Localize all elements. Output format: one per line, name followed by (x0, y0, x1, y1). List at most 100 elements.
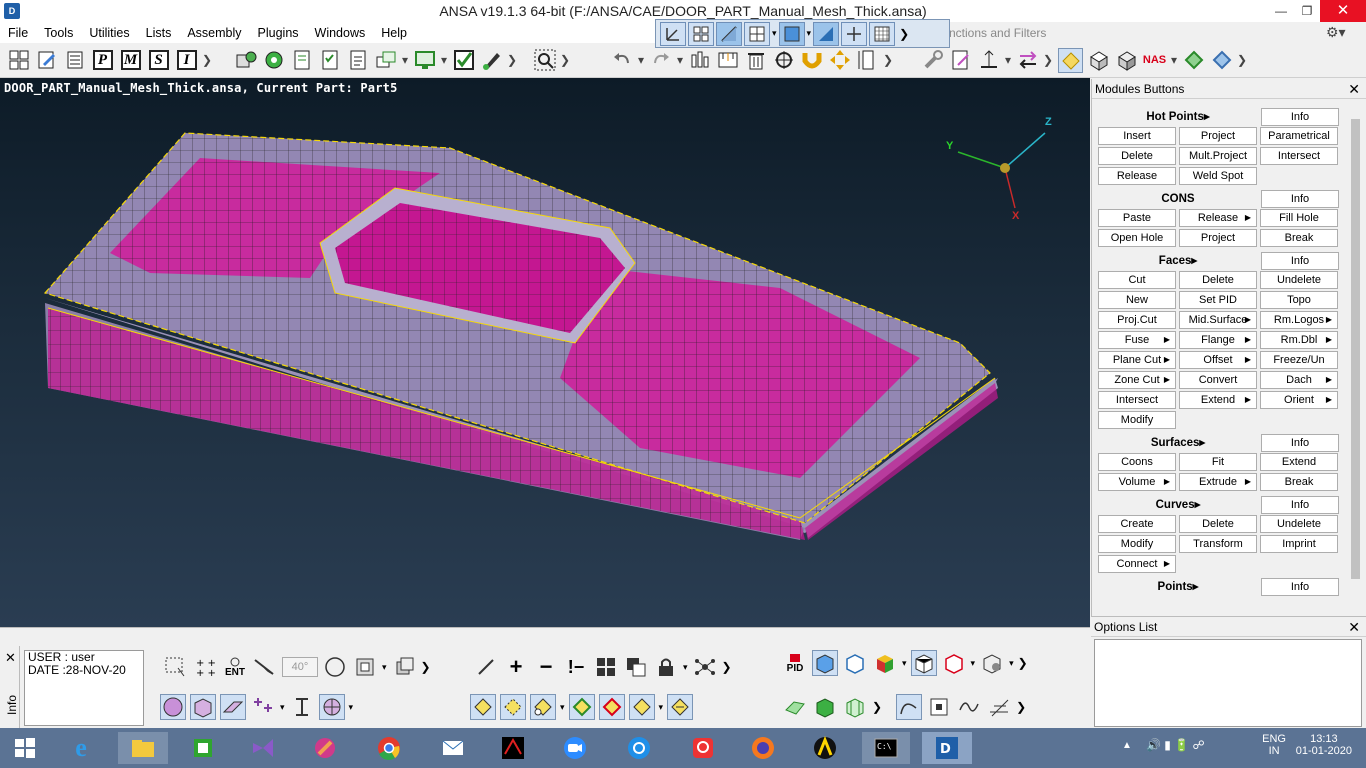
close-options-icon[interactable]: ✕ (1348, 617, 1360, 637)
include-i-button[interactable]: I (174, 48, 199, 73)
i-beam-icon[interactable] (289, 694, 315, 720)
pid-icon[interactable]: PID (782, 650, 808, 676)
zoom-icon[interactable] (556, 732, 594, 764)
dropdown-arrow-icon-6[interactable]: ▾ (1170, 53, 1178, 67)
group-title[interactable]: Hot Points▸ (1098, 107, 1258, 127)
dropdown-arrow-icon-7[interactable]: ▾ (772, 28, 777, 39)
delete-bin-icon[interactable] (743, 48, 768, 73)
chevron-right-icon-11[interactable]: ❯ (872, 700, 882, 714)
windows-start-icon[interactable] (6, 732, 44, 764)
chrome-icon[interactable] (370, 732, 408, 764)
module-button-set-pid[interactable]: Set PID (1179, 291, 1257, 309)
module-button-intersect[interactable]: Intersect (1098, 391, 1176, 409)
search-functions-input[interactable]: nctions and Filters (945, 24, 1325, 43)
solidworks-icon[interactable] (494, 732, 532, 764)
mail-app-icon[interactable] (434, 732, 472, 764)
module-button-convert[interactable]: Convert (1179, 371, 1257, 389)
shaded-view-icon[interactable] (778, 21, 805, 46)
module-button-release[interactable]: Release ▶ (1179, 209, 1257, 227)
mesh-grid-icon[interactable] (1114, 48, 1139, 73)
menu-windows[interactable]: Windows (307, 26, 374, 40)
line-icon[interactable] (473, 654, 499, 680)
module-button-delete[interactable]: Delete (1179, 515, 1257, 533)
gradient-view-icon[interactable] (813, 21, 840, 46)
module-button-mid-surface[interactable]: Mid.Surface ▶ (1179, 311, 1257, 329)
plus-icon[interactable]: + (503, 654, 529, 680)
section-icon[interactable] (318, 694, 345, 720)
pid-p-button[interactable]: P (90, 48, 115, 73)
module-button-flange[interactable]: Flange ▶ (1179, 331, 1257, 349)
command-prompt-icon[interactable]: C:\ (862, 732, 910, 764)
dropdown-arrow-icon-3[interactable]: ▾ (637, 53, 645, 67)
face-op-6-icon[interactable] (628, 694, 655, 720)
mesh-cube-icon[interactable] (1086, 48, 1111, 73)
module-button-break[interactable]: Break (1260, 473, 1338, 491)
module-button-topo[interactable]: Topo (1260, 291, 1338, 309)
module-button-modify[interactable]: Modify (1098, 411, 1176, 429)
visual-studio-icon[interactable] (244, 732, 282, 764)
axis-icon[interactable] (660, 21, 686, 46)
material-m-button[interactable]: M (118, 48, 143, 73)
module-button-release[interactable]: Release (1098, 167, 1176, 185)
lock-icon[interactable] (653, 654, 679, 680)
document-icon[interactable] (289, 48, 314, 73)
swap-arrows-icon[interactable] (1015, 48, 1040, 73)
face-op-5-icon[interactable] (598, 694, 625, 720)
bars-icon[interactable] (687, 48, 712, 73)
module-button-open-hole[interactable]: Open Hole (1098, 229, 1176, 247)
module-button-undelete[interactable]: Undelete (1260, 515, 1338, 533)
module-button-project[interactable]: Project (1179, 127, 1257, 145)
cube-gear-icon[interactable] (979, 650, 1005, 676)
scrollbar-thumb[interactable] (1351, 119, 1360, 579)
magnet-icon[interactable] (799, 48, 824, 73)
nastran-icon[interactable]: NAS (1142, 48, 1167, 73)
close-button[interactable]: ✕ (1320, 0, 1366, 22)
dropdown-arrow-icon-17[interactable]: ▾ (1009, 658, 1014, 669)
plane-icon[interactable] (986, 694, 1012, 720)
menu-plugins[interactable]: Plugins (250, 26, 307, 40)
face-op-1-icon[interactable] (470, 694, 496, 720)
view-grid-icon[interactable] (688, 21, 714, 46)
align-icon[interactable] (976, 48, 1001, 73)
menu-file[interactable]: File (0, 26, 36, 40)
module-button-plane-cut[interactable]: Plane Cut ▶ (1098, 351, 1176, 369)
info-button[interactable]: Info (1261, 108, 1339, 126)
module-button-rm-dbl[interactable]: Rm.Dbl ▶ (1260, 331, 1338, 349)
office-icon[interactable] (184, 732, 222, 764)
dropdown-arrow-icon-15[interactable]: ▾ (902, 658, 907, 669)
group-title[interactable]: CONS (1098, 189, 1258, 209)
info-button[interactable]: Info (1261, 190, 1339, 208)
node-plus-icon[interactable] (250, 694, 276, 720)
internet-explorer-icon[interactable]: e (62, 732, 100, 764)
ansa-taskbar-icon[interactable]: D (922, 732, 972, 764)
network-icon[interactable] (692, 654, 718, 680)
cube-outline-icon[interactable] (842, 650, 868, 676)
dropdown-arrow-icon-16[interactable]: ▾ (971, 658, 976, 669)
notes-icon[interactable] (345, 48, 370, 73)
dropdown-arrow-icon-8[interactable]: ▾ (807, 28, 812, 39)
firefox-icon[interactable] (744, 732, 782, 764)
face-op-7-icon[interactable] (667, 694, 694, 720)
app-purple-icon[interactable] (306, 732, 344, 764)
angle-icon[interactable] (252, 654, 278, 680)
frame-icon[interactable] (352, 654, 378, 680)
dropdown-arrow-icon-12[interactable]: ▾ (683, 662, 688, 673)
menu-utilities[interactable]: Utilities (81, 26, 137, 40)
module-button-volume[interactable]: Volume ▶ (1098, 473, 1176, 491)
undo-icon[interactable] (609, 48, 634, 73)
close-info-icon[interactable]: ✕ (5, 650, 16, 666)
dropdown-arrow-icon-2[interactable]: ▾ (440, 53, 448, 67)
tube-purple-icon[interactable] (220, 694, 246, 720)
brush-icon[interactable] (479, 48, 504, 73)
module-button-insert[interactable]: Insert (1098, 127, 1176, 145)
fit-view-icon[interactable] (841, 21, 868, 46)
module-button-new[interactable]: New (1098, 291, 1176, 309)
circle-purple-icon[interactable] (160, 694, 186, 720)
copy-icon[interactable] (373, 48, 398, 73)
select-search-icon[interactable] (532, 48, 557, 73)
overlap-icon[interactable] (623, 654, 649, 680)
dropdown-arrow-icon-5[interactable]: ▾ (1004, 53, 1012, 67)
dropdown-arrow-icon-4[interactable]: ▾ (676, 53, 684, 67)
mesh-view-icon[interactable] (869, 21, 896, 46)
module-button-undelete[interactable]: Undelete (1260, 271, 1338, 289)
